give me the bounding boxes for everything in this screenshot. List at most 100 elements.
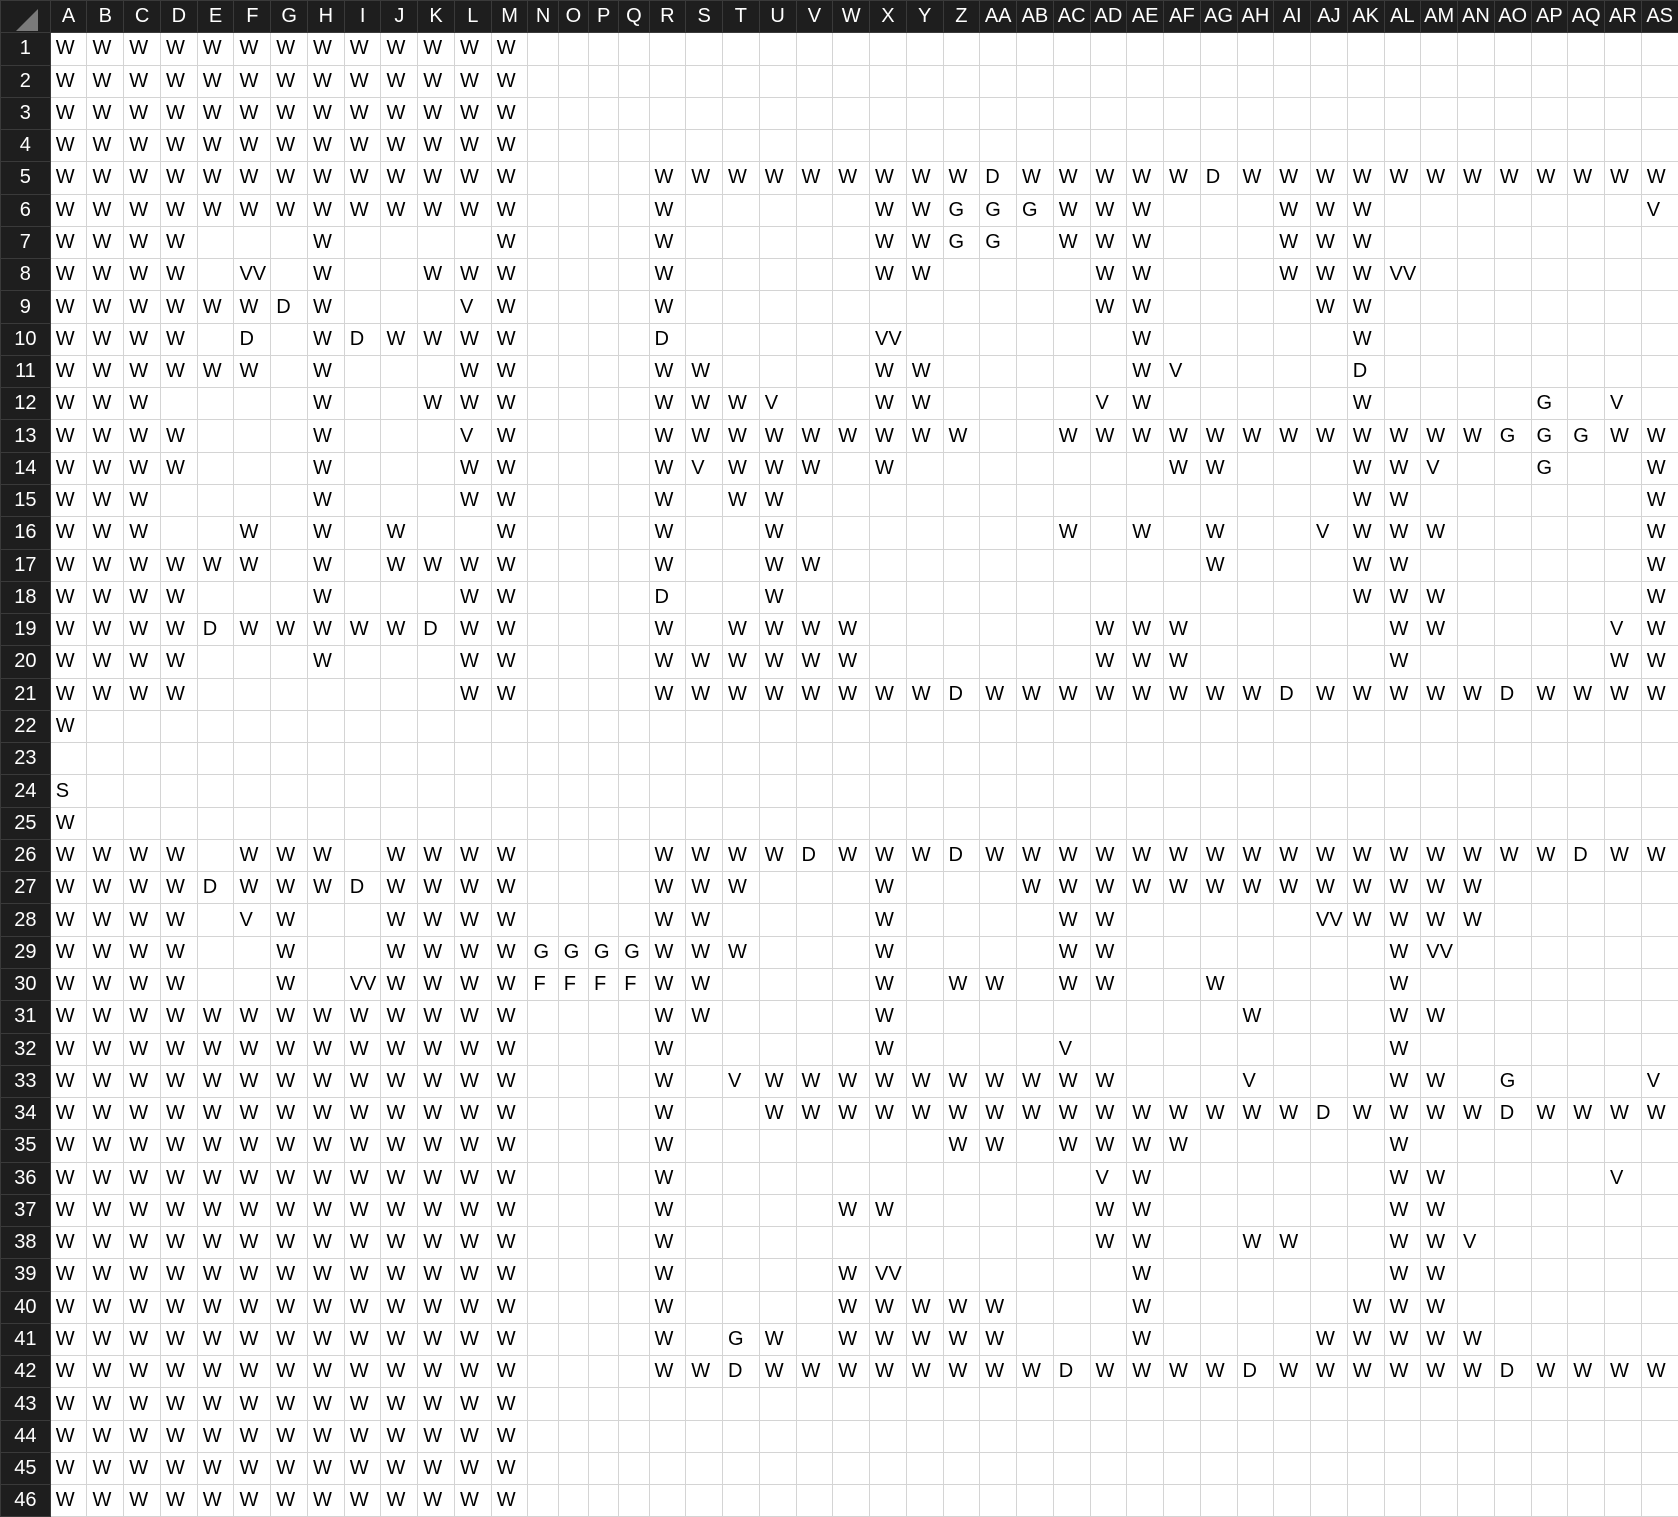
- cell-t15[interactable]: W: [722, 483, 760, 518]
- cell-ao44[interactable]: [1493, 1419, 1532, 1453]
- cell-am10[interactable]: [1420, 322, 1459, 356]
- cell-m36[interactable]: W: [490, 1161, 529, 1195]
- cell-n36[interactable]: [527, 1161, 559, 1195]
- cell-t13[interactable]: W: [722, 419, 760, 453]
- column-header-aq[interactable]: AQ: [1567, 0, 1606, 34]
- cell-ac27[interactable]: W: [1052, 871, 1091, 905]
- cell-ak40[interactable]: W: [1346, 1290, 1385, 1324]
- cell-w16[interactable]: [832, 516, 871, 550]
- cell-as46[interactable]: [1640, 1484, 1678, 1517]
- cell-x4[interactable]: [869, 129, 907, 163]
- cell-p35[interactable]: [587, 1129, 620, 1163]
- cell-ak8[interactable]: W: [1346, 258, 1385, 292]
- cell-ap28[interactable]: [1530, 903, 1569, 937]
- cell-g46[interactable]: W: [270, 1484, 308, 1517]
- cell-r14[interactable]: W: [648, 451, 687, 485]
- cell-g17[interactable]: [270, 548, 308, 582]
- cell-g29[interactable]: W: [270, 935, 308, 969]
- cell-d6[interactable]: W: [159, 193, 198, 227]
- cell-j4[interactable]: W: [380, 129, 419, 163]
- cell-s25[interactable]: [685, 806, 724, 840]
- cell-ao26[interactable]: W: [1493, 838, 1532, 873]
- cell-o11[interactable]: [557, 354, 590, 389]
- column-header-c[interactable]: C: [123, 0, 161, 34]
- cell-as10[interactable]: [1640, 322, 1678, 356]
- cell-af42[interactable]: W: [1163, 1355, 1201, 1389]
- cell-ak9[interactable]: W: [1346, 290, 1385, 324]
- column-header-x[interactable]: X: [869, 0, 907, 34]
- cell-a27[interactable]: W: [49, 871, 88, 905]
- cell-ad42[interactable]: W: [1089, 1355, 1128, 1389]
- cell-aq20[interactable]: [1567, 645, 1606, 679]
- cell-o7[interactable]: [557, 225, 590, 260]
- cell-x38[interactable]: [869, 1226, 907, 1260]
- cell-am28[interactable]: W: [1420, 903, 1459, 937]
- cell-ab32[interactable]: [1016, 1032, 1054, 1066]
- cell-ab14[interactable]: [1016, 451, 1054, 485]
- cell-g44[interactable]: W: [270, 1419, 308, 1453]
- cell-t25[interactable]: [722, 806, 760, 840]
- cell-h34[interactable]: W: [306, 1097, 345, 1131]
- cell-e6[interactable]: W: [196, 193, 235, 227]
- cell-ao8[interactable]: [1493, 258, 1532, 292]
- cell-f39[interactable]: W: [233, 1258, 272, 1292]
- cell-al7[interactable]: [1383, 225, 1422, 260]
- row-header[interactable]: 12: [0, 387, 51, 421]
- cell-ag25[interactable]: [1199, 806, 1238, 840]
- cell-v17[interactable]: W: [795, 548, 834, 582]
- cell-an5[interactable]: W: [1457, 161, 1495, 195]
- cell-ab12[interactable]: [1016, 387, 1054, 421]
- cell-p12[interactable]: [587, 387, 620, 421]
- cell-g22[interactable]: [270, 709, 308, 744]
- cell-ah2[interactable]: [1236, 64, 1275, 98]
- cell-ac19[interactable]: [1052, 613, 1091, 647]
- cell-y4[interactable]: [905, 129, 944, 163]
- cell-am3[interactable]: [1420, 96, 1459, 131]
- cell-ao42[interactable]: D: [1493, 1355, 1532, 1389]
- cell-j20[interactable]: [380, 645, 419, 679]
- cell-q26[interactable]: [618, 838, 650, 873]
- cell-ak32[interactable]: [1346, 1032, 1385, 1066]
- cell-x45[interactable]: [869, 1451, 907, 1486]
- cell-f34[interactable]: W: [233, 1097, 272, 1131]
- cell-b7[interactable]: W: [86, 225, 125, 260]
- cell-ai18[interactable]: [1273, 580, 1312, 615]
- cell-u18[interactable]: W: [758, 580, 797, 615]
- cell-k7[interactable]: [417, 225, 455, 260]
- cell-p26[interactable]: [587, 838, 620, 873]
- cell-ah37[interactable]: [1236, 1193, 1275, 1228]
- cell-ae15[interactable]: [1126, 483, 1165, 518]
- cell-q22[interactable]: [618, 709, 650, 744]
- cell-y30[interactable]: [905, 967, 944, 1002]
- cell-s32[interactable]: [685, 1032, 724, 1066]
- column-header-b[interactable]: B: [86, 0, 125, 34]
- cell-ar14[interactable]: [1604, 451, 1642, 485]
- column-header-ap[interactable]: AP: [1530, 0, 1569, 34]
- cell-t32[interactable]: [722, 1032, 760, 1066]
- cell-h14[interactable]: W: [306, 451, 345, 485]
- cell-b19[interactable]: W: [86, 613, 125, 647]
- cell-ab39[interactable]: [1016, 1258, 1054, 1292]
- cell-j17[interactable]: W: [380, 548, 419, 582]
- cell-ac22[interactable]: [1052, 709, 1091, 744]
- cell-o36[interactable]: [557, 1161, 590, 1195]
- cell-p31[interactable]: [587, 1000, 620, 1034]
- cell-y22[interactable]: [905, 709, 944, 744]
- cell-ap29[interactable]: [1530, 935, 1569, 969]
- cell-c5[interactable]: W: [123, 161, 161, 195]
- cell-aq34[interactable]: W: [1567, 1097, 1606, 1131]
- cell-ac7[interactable]: W: [1052, 225, 1091, 260]
- cell-v38[interactable]: [795, 1226, 834, 1260]
- row-header[interactable]: 13: [0, 419, 51, 453]
- column-header-t[interactable]: T: [722, 0, 760, 34]
- cell-c2[interactable]: W: [123, 64, 161, 98]
- cell-ap36[interactable]: [1530, 1161, 1569, 1195]
- cell-e13[interactable]: [196, 419, 235, 453]
- cell-k9[interactable]: [417, 290, 455, 324]
- cell-j21[interactable]: [380, 677, 419, 711]
- cell-d30[interactable]: W: [159, 967, 198, 1002]
- cell-ah12[interactable]: [1236, 387, 1275, 421]
- cell-s26[interactable]: W: [685, 838, 724, 873]
- cell-an25[interactable]: [1457, 806, 1495, 840]
- cell-x1[interactable]: [869, 32, 907, 66]
